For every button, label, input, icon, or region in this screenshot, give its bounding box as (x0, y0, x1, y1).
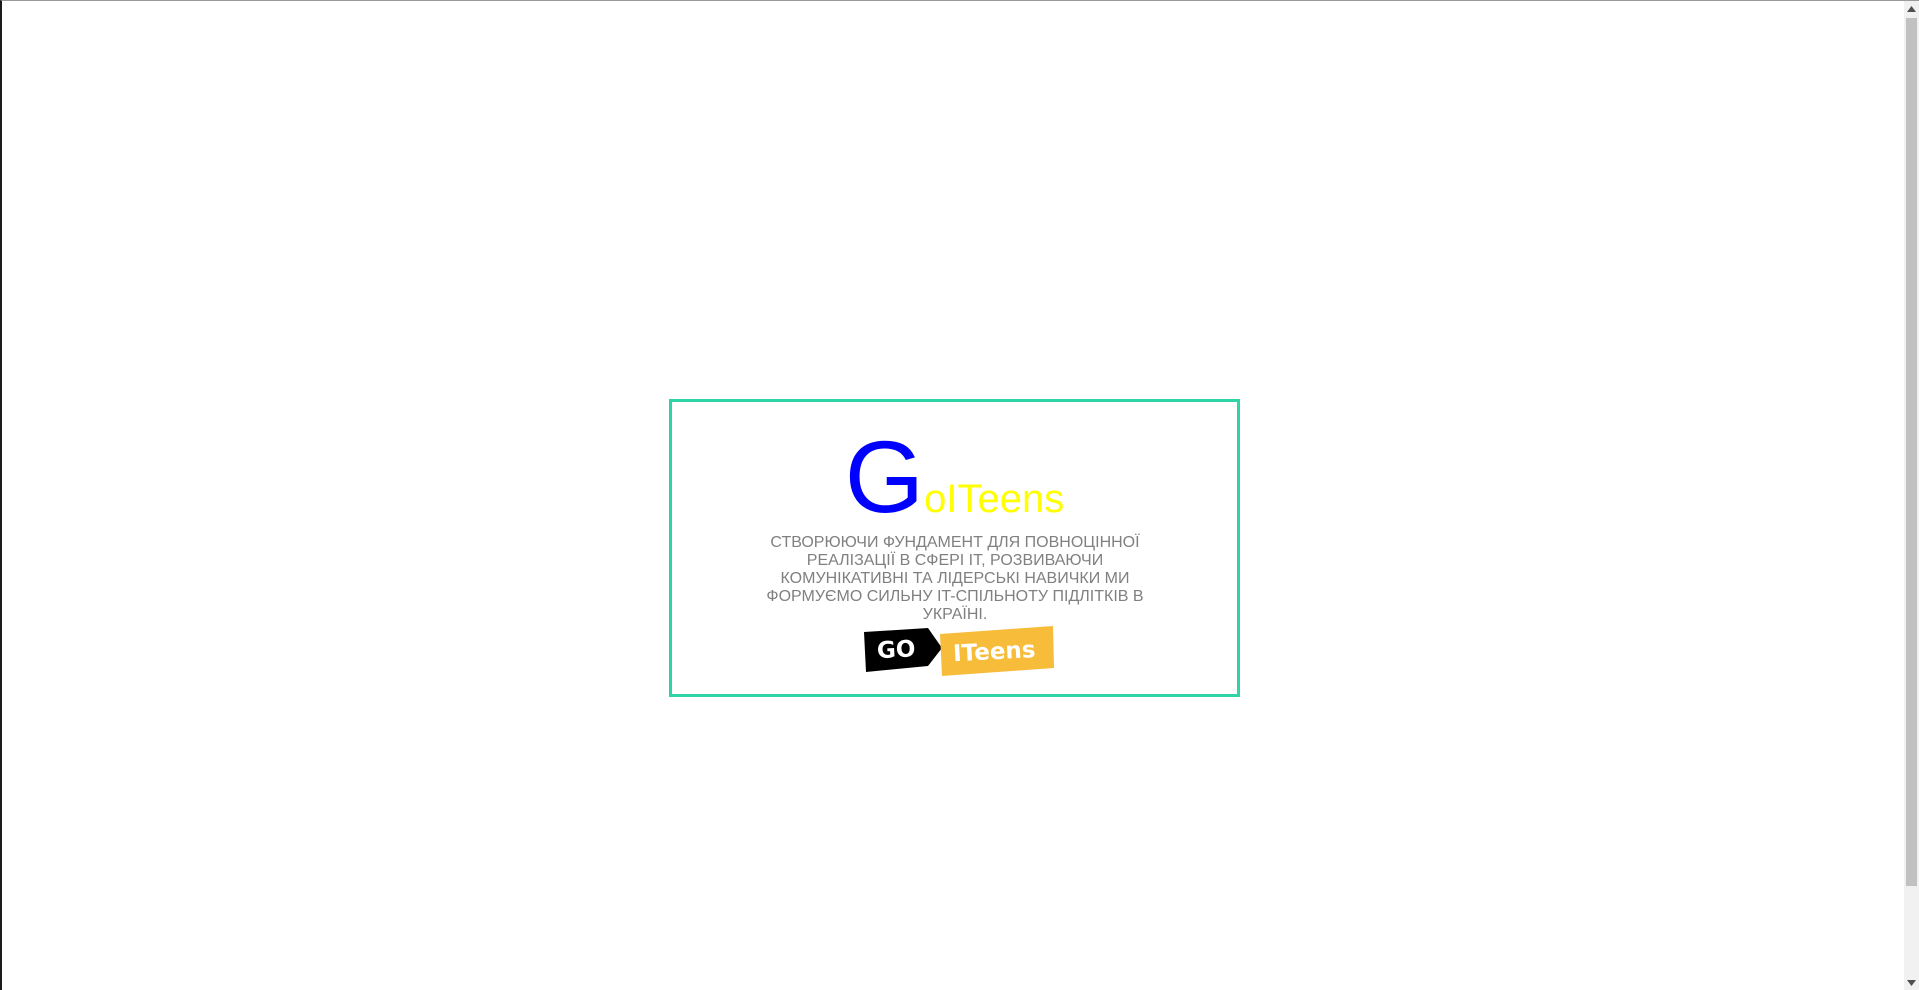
brand-rest-text: oITeens (924, 477, 1065, 521)
brand-title: GoITeens (672, 426, 1237, 528)
goiteens-logo: GO ITeens (864, 626, 1054, 676)
triangle-down-icon[interactable] (1904, 975, 1919, 990)
logo-go-text: GO (876, 636, 916, 664)
hero-card: GoITeens Створюючи фундамент для повноці… (669, 399, 1240, 697)
logo-iteens-text: ITeens (952, 637, 1036, 667)
triangle-up-icon[interactable] (1904, 1, 1919, 16)
page-viewport: GoITeens Створюючи фундамент для повноці… (0, 0, 1919, 990)
vertical-scrollbar[interactable] (1904, 1, 1919, 990)
brand-first-letter: G (844, 420, 925, 534)
tagline-text: Створюючи фундамент для повноцінної реал… (766, 534, 1144, 623)
scrollbar-thumb[interactable] (1906, 18, 1917, 886)
